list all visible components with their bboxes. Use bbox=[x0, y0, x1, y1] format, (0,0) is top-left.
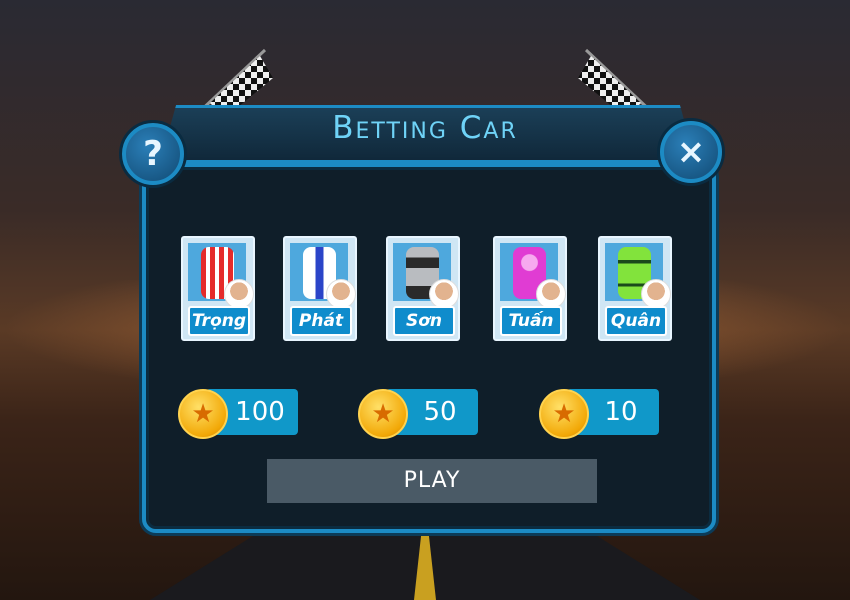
car-image bbox=[500, 243, 566, 309]
car-card-phat[interactable]: Phát bbox=[283, 236, 357, 341]
car-card-quan[interactable]: Quân bbox=[598, 236, 672, 341]
car-image bbox=[290, 243, 356, 309]
car-card-son[interactable]: Sơn bbox=[386, 236, 460, 341]
bet-option-10[interactable]: ★ 10 bbox=[539, 389, 659, 439]
car-image bbox=[393, 243, 459, 309]
player-avatar bbox=[536, 279, 566, 309]
bet-amount-label: 100 bbox=[235, 397, 285, 427]
car-card-trong[interactable]: Trọng bbox=[181, 236, 255, 341]
player-avatar bbox=[641, 279, 671, 309]
car-name-label: Tuấn bbox=[500, 306, 562, 336]
bet-option-100[interactable]: ★ 100 bbox=[178, 389, 298, 439]
car-image bbox=[188, 243, 254, 309]
bet-amount-label: 50 bbox=[423, 397, 457, 427]
player-avatar bbox=[429, 279, 459, 309]
car-name-label: Quân bbox=[605, 306, 667, 336]
car-name-label: Sơn bbox=[393, 306, 455, 336]
car-image bbox=[605, 243, 671, 309]
car-card-tuan[interactable]: Tuấn bbox=[493, 236, 567, 341]
star-coin-icon: ★ bbox=[358, 389, 408, 439]
bet-amount-label: 10 bbox=[604, 397, 638, 427]
star-coin-icon: ★ bbox=[539, 389, 589, 439]
car-name-label: Trọng bbox=[188, 306, 250, 336]
play-button[interactable]: PLAY bbox=[267, 459, 597, 503]
player-avatar bbox=[224, 279, 254, 309]
close-button[interactable]: × bbox=[660, 121, 722, 183]
dialog-title: Betting Car bbox=[332, 110, 518, 146]
bet-option-50[interactable]: ★ 50 bbox=[358, 389, 478, 439]
player-avatar bbox=[326, 279, 356, 309]
star-coin-icon: ★ bbox=[178, 389, 228, 439]
car-name-label: Phát bbox=[290, 306, 352, 336]
help-button[interactable]: ? bbox=[122, 123, 184, 185]
